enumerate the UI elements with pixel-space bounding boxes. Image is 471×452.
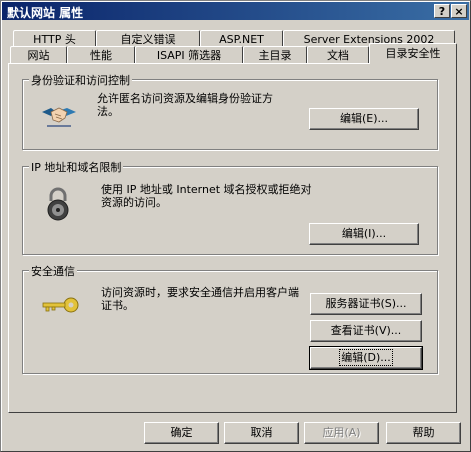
view-certificate-button[interactable]: 查看证书(V)... bbox=[310, 320, 422, 342]
view-certificate-label: 查看证书(V)... bbox=[330, 324, 402, 337]
secure-edit-label: 编辑(D)... bbox=[339, 349, 393, 366]
cancel-label: 取消 bbox=[250, 426, 273, 439]
server-certificate-label: 服务器证书(S)... bbox=[325, 297, 407, 310]
auth-edit-button[interactable]: 编辑(E)... bbox=[309, 108, 419, 130]
auth-edit-label: 编辑(E)... bbox=[339, 112, 389, 125]
tab-documents[interactable]: 文档 bbox=[307, 46, 369, 63]
ok-button[interactable]: 确定 bbox=[144, 422, 219, 444]
properties-dialog: 默认网站 属性 ? × HTTP 头 自定义错误 ASP.NET Server … bbox=[0, 0, 471, 452]
secure-group: 安全通信 访问资源时，要求安全通信并启用客户端证书。 服务器证书(S)... 查… bbox=[22, 263, 438, 374]
tab-performance[interactable]: 性能 bbox=[67, 46, 135, 63]
title-bar[interactable]: 默认网站 属性 ? × bbox=[2, 2, 469, 20]
auth-group: 身份验证和访问控制 允许匿名访问资源及编辑身份验证方法。 编辑(E)... bbox=[22, 72, 438, 150]
tab-panel: 身份验证和访问控制 允许匿名访问资源及编辑身份验证方法。 编辑(E)... IP… bbox=[8, 63, 457, 413]
handshake-icon bbox=[42, 107, 76, 127]
help-label: 帮助 bbox=[412, 426, 435, 439]
apply-button[interactable]: 应用(A) bbox=[304, 422, 379, 444]
secure-edit-button[interactable]: 编辑(D)... bbox=[309, 346, 423, 370]
tab-aspnet[interactable]: ASP.NET bbox=[200, 30, 283, 47]
ok-label: 确定 bbox=[170, 426, 193, 439]
ip-description: 使用 IP 地址或 Internet 域名授权或拒绝对资源的访问。 bbox=[101, 183, 312, 209]
cancel-button[interactable]: 取消 bbox=[224, 422, 299, 444]
tab-custom-errors[interactable]: 自定义错误 bbox=[96, 30, 200, 47]
ip-group-title: IP 地址和域名限制 bbox=[29, 159, 124, 175]
tab-directory-security[interactable]: 目录安全性 bbox=[369, 43, 457, 64]
auth-description: 允许匿名访问资源及编辑身份验证方法。 bbox=[97, 92, 273, 118]
secure-description: 访问资源时，要求安全通信并启用客户端证书。 bbox=[101, 286, 299, 312]
apply-label: 应用(A) bbox=[322, 426, 361, 439]
server-certificate-button[interactable]: 服务器证书(S)... bbox=[310, 293, 422, 315]
tab-http-headers[interactable]: HTTP 头 bbox=[13, 30, 96, 47]
window-title: 默认网站 属性 bbox=[7, 6, 84, 20]
secure-group-title: 安全通信 bbox=[29, 263, 77, 279]
key-icon bbox=[42, 297, 79, 313]
help-title-button[interactable]: ? bbox=[434, 4, 450, 18]
ip-edit-button[interactable]: 编辑(I)... bbox=[309, 223, 419, 245]
auth-group-title: 身份验证和访问控制 bbox=[29, 72, 132, 88]
help-button[interactable]: 帮助 bbox=[386, 422, 461, 444]
ip-edit-label: 编辑(I)... bbox=[341, 227, 387, 240]
ip-group: IP 地址和域名限制 使用 IP 地址或 Internet 域名授权或拒绝对资源… bbox=[22, 159, 438, 255]
tab-isapi-filters[interactable]: ISAPI 筛选器 bbox=[135, 46, 243, 63]
tab-home-directory[interactable]: 主目录 bbox=[243, 46, 307, 63]
close-title-button[interactable]: × bbox=[451, 4, 467, 18]
padlock-icon bbox=[47, 187, 69, 221]
tab-website[interactable]: 网站 bbox=[10, 46, 67, 63]
